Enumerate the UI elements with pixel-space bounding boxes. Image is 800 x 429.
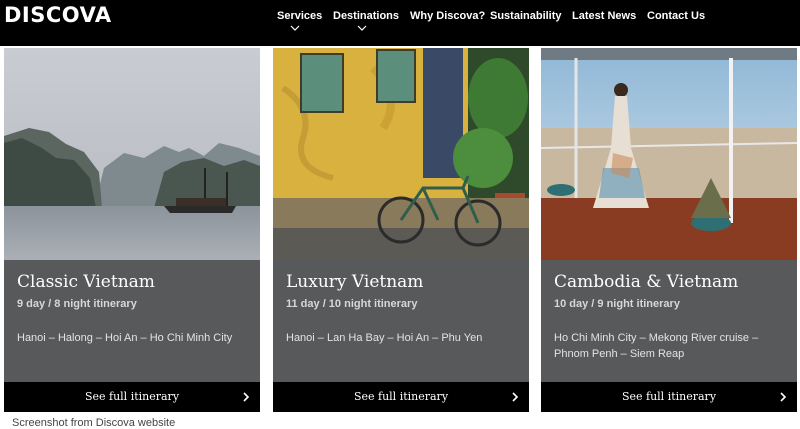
nav-item-latest-news[interactable]: Latest News	[572, 10, 636, 22]
card-route: Hanoi – Halong – Hoi An – Ho Chi Minh Ci…	[17, 332, 233, 344]
card-title[interactable]: Cambodia & Vietnam	[554, 272, 738, 292]
chevron-right-icon	[780, 392, 787, 402]
nav-item-contact-us[interactable]: Contact Us	[647, 10, 705, 22]
chevron-down-icon[interactable]	[357, 25, 367, 31]
hoi-an-street-photo[interactable]	[273, 48, 529, 260]
chevron-right-icon	[512, 392, 519, 402]
top-navigation-bar: DISCOVA Services Destinations Why Discov…	[0, 0, 800, 46]
halong-bay-photo[interactable]	[4, 48, 260, 260]
nav-item-destinations[interactable]: Destinations	[333, 10, 399, 22]
card-itinerary-length: 11 day / 10 night itinerary	[286, 298, 418, 310]
discova-logo[interactable]: DISCOVA	[4, 4, 112, 26]
chevron-down-icon[interactable]	[290, 25, 300, 31]
see-full-itinerary-label: See full itinerary	[84, 390, 180, 403]
see-full-itinerary-button[interactable]: See full itinerary	[273, 382, 529, 412]
mekong-cruise-photo[interactable]	[541, 48, 797, 260]
itinerary-card-cambodia-vietnam[interactable]: Cambodia & Vietnam 10 day / 9 night itin…	[541, 48, 797, 412]
nav-item-sustainability[interactable]: Sustainability	[490, 10, 562, 22]
screenshot-caption: Screenshot from Discova website	[12, 417, 176, 429]
see-full-itinerary-label: See full itinerary	[621, 390, 717, 403]
itinerary-card-classic-vietnam[interactable]: Classic Vietnam 9 day / 8 night itinerar…	[4, 48, 260, 412]
card-route: Ho Chi Minh City – Mekong River cruise –…	[554, 332, 759, 360]
card-itinerary-length: 9 day / 8 night itinerary	[17, 298, 137, 310]
see-full-itinerary-button[interactable]: See full itinerary	[4, 382, 260, 412]
card-title[interactable]: Luxury Vietnam	[286, 272, 423, 292]
card-itinerary-length: 10 day / 9 night itinerary	[554, 298, 680, 310]
card-route: Hanoi – Lan Ha Bay – Hoi An – Phu Yen	[286, 332, 483, 344]
itinerary-card-luxury-vietnam[interactable]: Luxury Vietnam 11 day / 10 night itinera…	[273, 48, 529, 412]
nav-item-why-discova[interactable]: Why Discova?	[410, 10, 485, 22]
see-full-itinerary-button[interactable]: See full itinerary	[541, 382, 797, 412]
see-full-itinerary-label: See full itinerary	[353, 390, 449, 403]
chevron-right-icon	[243, 392, 250, 402]
card-title[interactable]: Classic Vietnam	[17, 272, 155, 292]
nav-item-services[interactable]: Services	[277, 10, 322, 22]
